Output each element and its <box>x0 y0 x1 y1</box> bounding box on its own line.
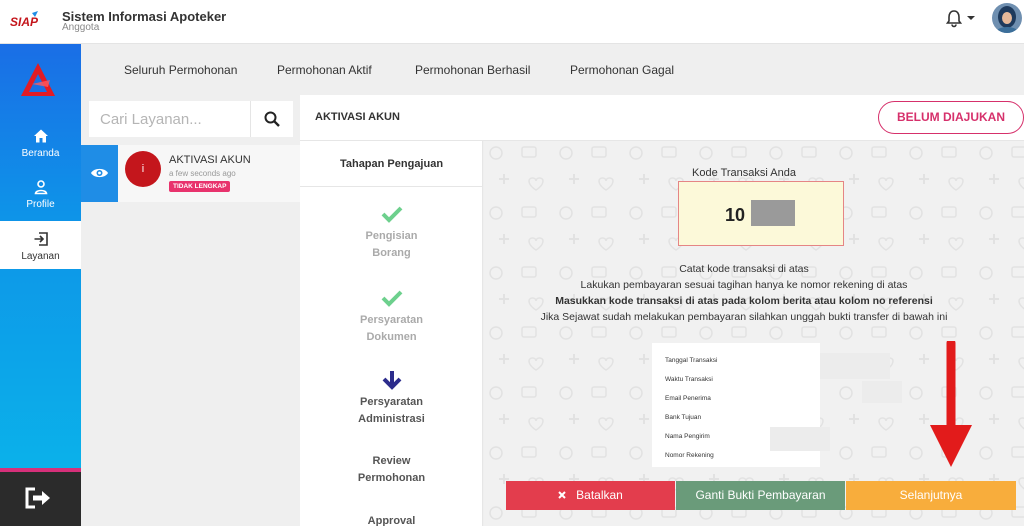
sidebar-item-layanan[interactable]: Layanan <box>0 221 81 269</box>
logout-icon[interactable] <box>24 486 52 510</box>
siap-logo: SIAP <box>10 11 39 29</box>
replace-proof-button[interactable]: Ganti Bukti Pembayaran <box>676 481 845 510</box>
step-label: Dokumen <box>366 331 417 343</box>
page-title: AKTIVASI AKUN <box>315 111 400 123</box>
redacted-block <box>770 427 830 451</box>
detail-label: Nomor Rekening <box>665 452 714 459</box>
redacted-block <box>820 353 890 379</box>
bell-icon[interactable] <box>944 8 964 28</box>
status-badge: TIDAK LENGKAP <box>169 181 231 192</box>
step-persyaratan-dokumen: Persyaratan Dokumen <box>300 288 483 346</box>
view-button[interactable] <box>81 145 118 202</box>
check-icon <box>381 206 402 223</box>
arrow-down-icon <box>382 371 401 390</box>
instruction-line: Catat kode transaksi di atas <box>679 263 809 275</box>
user-icon <box>34 180 47 195</box>
home-icon <box>33 129 48 143</box>
status-pill: BELUM DIAJUKAN <box>878 101 1024 134</box>
detail-label: Bank Tujuan <box>665 414 702 421</box>
transaction-code: 10 <box>725 205 746 225</box>
sidebar-item-profile[interactable]: Profile <box>0 179 81 225</box>
app-subtitle: Anggota <box>62 22 100 33</box>
avatar[interactable] <box>992 3 1022 33</box>
sidebar-logo <box>21 63 55 96</box>
step-label: Persyaratan <box>360 314 423 326</box>
close-icon <box>558 491 566 499</box>
next-button[interactable]: Selanjutnya <box>846 481 1016 510</box>
instruction-line: Jika Sejawat sudah melakukan pembayaran … <box>540 311 948 323</box>
logo-text: SIAP <box>10 15 39 29</box>
annotation-arrow-icon <box>930 341 972 467</box>
redacted-block <box>751 200 795 226</box>
detail-label: Waktu Transaksi <box>665 376 713 383</box>
instruction-line-bold: Masukkan kode transaksi di atas pada kol… <box>555 295 933 307</box>
step-pengisian-borang: Pengisian Borang <box>300 204 483 262</box>
check-icon <box>381 290 402 307</box>
steps-panel: Tahapan Pengajuan Pengisian Borang Persy… <box>300 141 483 526</box>
step-label: Borang <box>372 247 411 259</box>
sidebar: Beranda Profile Layanan <box>0 44 81 526</box>
detail-label: Tanggal Transaksi <box>665 357 718 364</box>
item-avatar: i <box>125 151 161 187</box>
tab-permohonan-gagal[interactable]: Permohonan Gagal <box>570 63 674 77</box>
step-review-permohonan: Review Permohonan <box>300 453 483 487</box>
step-persyaratan-administrasi: Persyaratan Administrasi <box>300 370 483 428</box>
cancel-button[interactable]: Batalkan <box>506 481 675 510</box>
search-icon <box>264 111 280 127</box>
detail-label: Email Penerima <box>665 395 711 402</box>
chevron-down-icon[interactable] <box>967 14 975 22</box>
detail-label: Nama Pengirim <box>665 433 710 440</box>
tab-permohonan-berhasil[interactable]: Permohonan Berhasil <box>415 63 530 77</box>
step-label: Permohonan <box>357 472 426 484</box>
request-tabs: Seluruh Permohonan Permohonan Aktif Perm… <box>81 44 1024 94</box>
step-approval: Approval <box>300 513 483 526</box>
sidebar-item-label: Layanan <box>21 251 60 262</box>
tab-seluruh-permohonan[interactable]: Seluruh Permohonan <box>124 63 237 77</box>
step-label: Persyaratan <box>360 396 423 408</box>
main-header: AKTIVASI AKUN BELUM DIAJUKAN <box>300 95 1024 141</box>
step-label: Review <box>372 455 411 467</box>
transaction-code-label: Kode Transaksi Anda <box>692 167 796 179</box>
step-label: Pengisian <box>365 230 418 242</box>
sidebar-item-label: Beranda <box>21 148 60 159</box>
redacted-block <box>862 381 902 403</box>
tab-permohonan-aktif[interactable]: Permohonan Aktif <box>277 63 372 77</box>
eye-icon <box>91 168 108 178</box>
search-input[interactable] <box>89 101 251 137</box>
login-icon <box>34 232 48 246</box>
sidebar-item-beranda[interactable]: Beranda <box>0 128 81 174</box>
list-item[interactable]: i AKTIVASI AKUN a few seconds ago TIDAK … <box>81 145 300 202</box>
steps-title: Tahapan Pengajuan <box>300 141 483 187</box>
step-label: Approval <box>367 515 416 526</box>
step-label: Administrasi <box>358 413 425 425</box>
instruction-line: Lakukan pembayaran sesuai tagihan hanya … <box>580 279 908 291</box>
sidebar-footer <box>0 468 81 526</box>
search-button[interactable] <box>250 101 293 137</box>
cancel-button-label: Batalkan <box>576 488 623 502</box>
sidebar-item-label: Profile <box>26 199 55 210</box>
transaction-code-box: 10 <box>678 181 844 246</box>
item-timestamp: a few seconds ago <box>169 169 236 178</box>
top-bar: SIAP Sistem Informasi Apoteker Anggota <box>0 0 1024 44</box>
item-title: AKTIVASI AKUN <box>169 154 251 166</box>
